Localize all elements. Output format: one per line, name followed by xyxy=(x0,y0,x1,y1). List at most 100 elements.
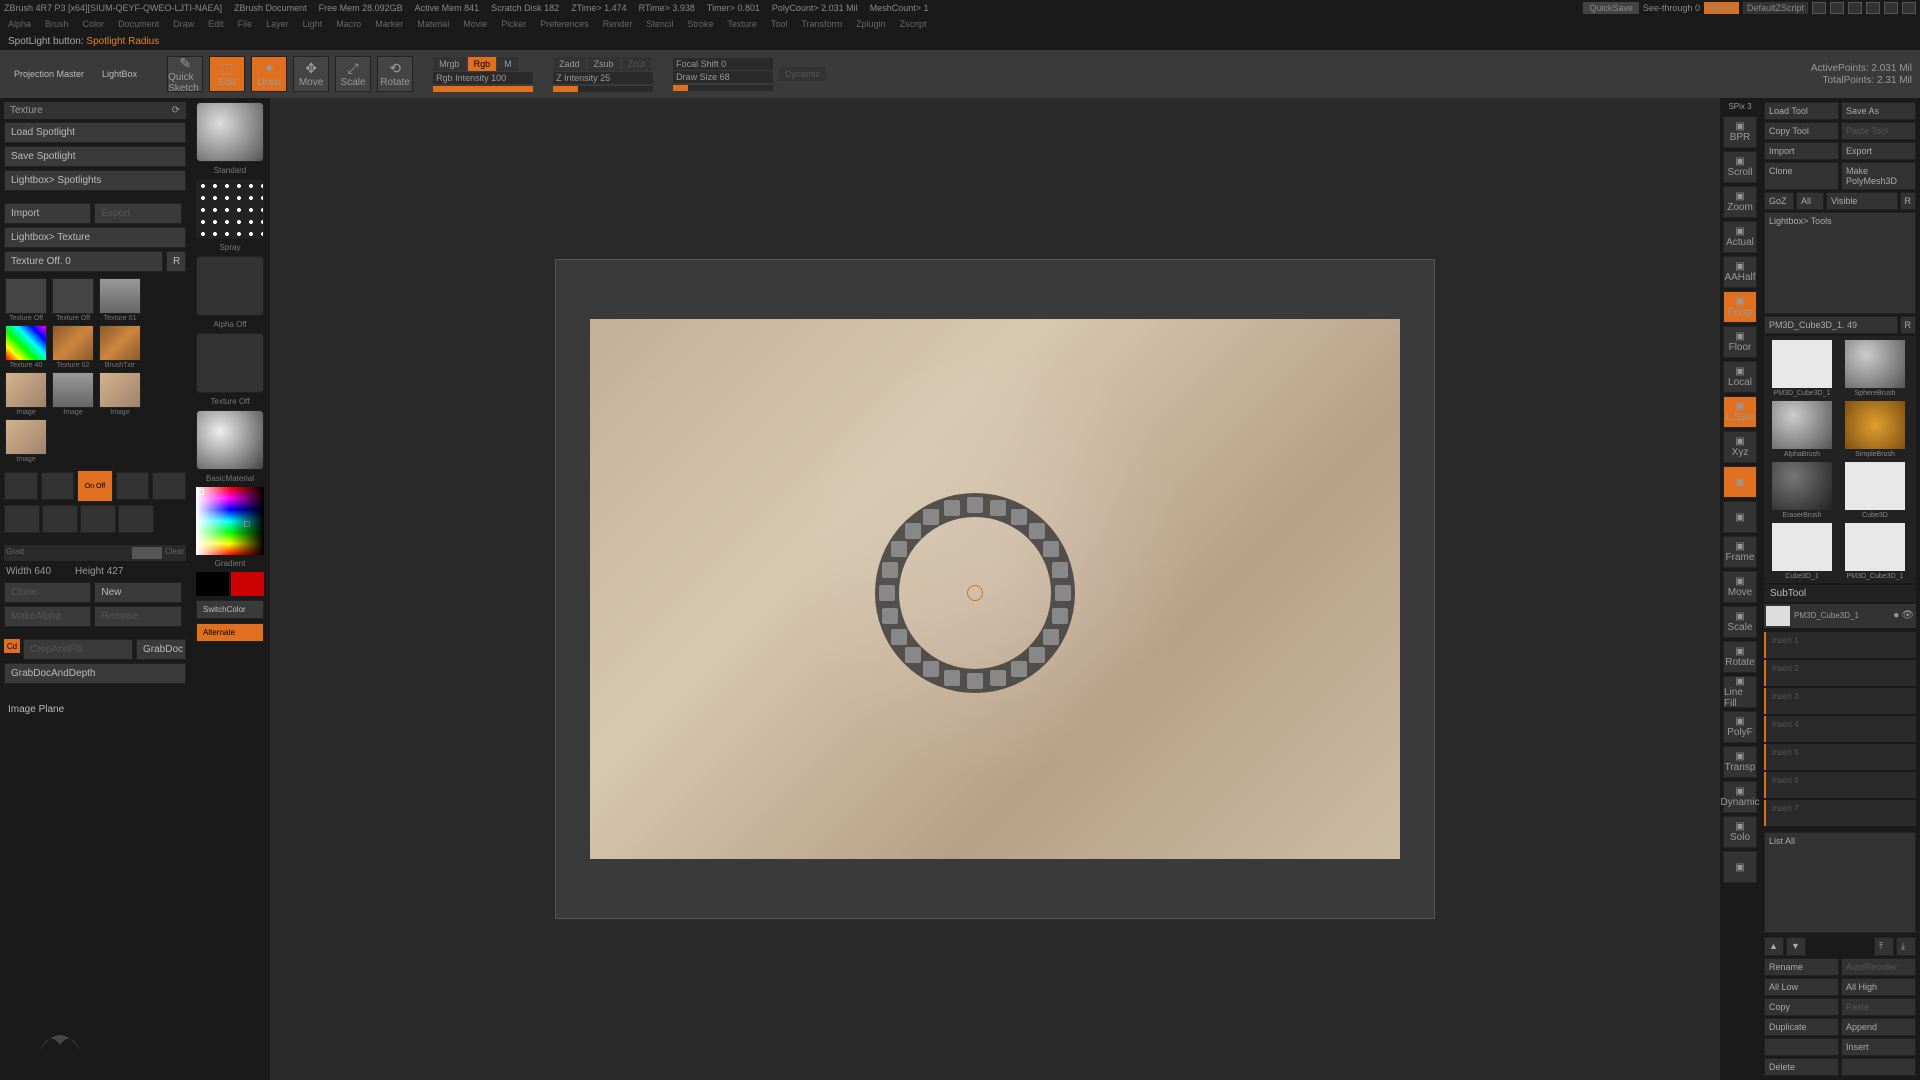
spotlight-tool-2[interactable] xyxy=(1011,509,1027,525)
nav-aahalf[interactable]: ▣AAHalf xyxy=(1723,256,1757,288)
menu-edit[interactable]: Edit xyxy=(208,19,224,29)
menu-texture[interactable]: Texture xyxy=(727,19,757,29)
m-button[interactable]: M xyxy=(498,57,518,71)
menu-picker[interactable]: Picker xyxy=(501,19,526,29)
rgb-intensity-slider[interactable]: Rgb Intensity 100 xyxy=(433,72,533,84)
tool-thumb-2[interactable]: AlphaBrush xyxy=(1767,400,1837,458)
tex-tool-4[interactable] xyxy=(118,505,154,533)
menu-movie[interactable]: Movie xyxy=(463,19,487,29)
cd-badge[interactable]: Cd xyxy=(4,639,20,653)
import-tool-button[interactable]: Import xyxy=(1764,142,1839,160)
clone-button[interactable]: Clone xyxy=(4,582,91,603)
all-high-button[interactable]: All High xyxy=(1841,978,1916,996)
grabdoc-button[interactable]: GrabDoc xyxy=(136,639,186,660)
edit-mode-button[interactable]: ⬚Edit xyxy=(209,56,245,92)
clone-tool-button[interactable]: Clone xyxy=(1764,162,1839,190)
primary-color-swatch[interactable] xyxy=(231,572,264,596)
canvas-area[interactable] xyxy=(270,98,1720,1080)
spotlight-onoff-button[interactable]: On Off xyxy=(77,470,112,502)
rotate-mode-button[interactable]: ⟲Rotate xyxy=(377,56,413,92)
lightbox-tools-button[interactable]: Lightbox> Tools xyxy=(1764,212,1916,314)
menu-macro[interactable]: Macro xyxy=(336,19,361,29)
spotlight-radial-menu[interactable] xyxy=(875,493,1075,693)
draw-mode-button[interactable]: ✦Draw xyxy=(251,56,287,92)
spotlight-tool-18[interactable] xyxy=(879,585,895,601)
spotlight-tool-12[interactable] xyxy=(967,673,983,689)
menu-marker[interactable]: Marker xyxy=(375,19,403,29)
brush-thumbnail[interactable] xyxy=(196,102,264,162)
tex-action-3[interactable] xyxy=(116,472,150,500)
material-thumbnail[interactable] xyxy=(196,410,264,470)
save-spotlight-button[interactable]: Save Spotlight xyxy=(4,146,186,167)
spotlight-tool-9[interactable] xyxy=(1029,647,1045,663)
menu-document[interactable]: Document xyxy=(118,19,159,29)
tex-tool-2[interactable] xyxy=(42,505,78,533)
spotlight-tool-21[interactable] xyxy=(905,523,921,539)
export-tool-button[interactable]: Export xyxy=(1841,142,1916,160)
nav-xyz[interactable]: ▣Xyz xyxy=(1723,431,1757,463)
tool-thumb-4[interactable]: EraserBrush xyxy=(1767,461,1837,519)
spotlight-tool-7[interactable] xyxy=(1052,608,1068,624)
alpha-thumbnail[interactable] xyxy=(196,256,264,316)
texture-off-field[interactable]: Texture Off. 0 xyxy=(4,251,163,272)
tool-thumb-7[interactable]: PM3D_Cube3D_1 xyxy=(1840,522,1910,580)
grabdocdepth-button[interactable]: GrabDocAndDepth xyxy=(4,663,186,684)
texture-thumb-0[interactable]: Texture Off xyxy=(4,278,48,322)
spotlight-tool-20[interactable] xyxy=(891,541,907,557)
lightbox-button[interactable]: LightBox xyxy=(96,67,143,81)
subtool-slot-0[interactable]: Insert 1 xyxy=(1764,632,1916,658)
texture-thumb-5[interactable]: BrushTxtr xyxy=(98,325,142,369)
tex-action-4[interactable] xyxy=(152,472,186,500)
nav-frame[interactable]: ▣Frame xyxy=(1723,536,1757,568)
spotlight-tool-13[interactable] xyxy=(944,670,960,686)
minimize-icon[interactable] xyxy=(1866,2,1880,14)
nav-zoom[interactable]: ▣Zoom xyxy=(1723,186,1757,218)
nav-btn11[interactable]: ▣ xyxy=(1723,501,1757,533)
spotlight-tool-17[interactable] xyxy=(882,608,898,624)
z-intensity-slider[interactable]: Z Intensity 25 xyxy=(553,72,653,84)
goz-button[interactable]: GoZ xyxy=(1764,192,1794,210)
scale-mode-button[interactable]: ⤢Scale xyxy=(335,56,371,92)
subtool-header[interactable]: SubTool xyxy=(1764,585,1916,602)
subtool-slot-4[interactable]: Insert 5 xyxy=(1764,744,1916,770)
spotlight-tool-0[interactable] xyxy=(967,497,983,513)
tex-action-2[interactable] xyxy=(41,472,75,500)
append-button[interactable]: Append xyxy=(1841,1018,1916,1036)
grad-swatch[interactable] xyxy=(132,547,162,559)
seethrough-slider[interactable]: See-through 0 xyxy=(1643,3,1700,13)
subtool-up-icon[interactable]: ▲ xyxy=(1764,937,1784,956)
nav-floor[interactable]: ▣Floor xyxy=(1723,326,1757,358)
subtool-item[interactable]: PM3D_Cube3D_1 ● 👁 xyxy=(1764,604,1916,628)
menu-draw[interactable]: Draw xyxy=(173,19,194,29)
subtool-movedown-icon[interactable]: ⤓ xyxy=(1896,937,1916,956)
r-button[interactable]: R xyxy=(166,251,186,272)
texture-thumb-6[interactable]: Image xyxy=(4,372,48,416)
default-zscript[interactable]: DefaultZScript xyxy=(1743,2,1808,14)
goz-r-button[interactable]: R xyxy=(1900,192,1917,210)
list-all-button[interactable]: List All xyxy=(1764,832,1916,934)
nav-polyf[interactable]: ▣PolyF xyxy=(1723,711,1757,743)
zcut-button[interactable]: Zcut xyxy=(622,57,652,71)
menu-stencil[interactable]: Stencil xyxy=(646,19,673,29)
subtool-slot-2[interactable]: Insert 3 xyxy=(1764,688,1916,714)
texture-slot-thumbnail[interactable] xyxy=(196,333,264,393)
spotlight-tool-11[interactable] xyxy=(990,670,1006,686)
rename-button[interactable]: Rename xyxy=(1764,958,1839,976)
spotlight-texture[interactable] xyxy=(590,319,1400,859)
nav-rotate[interactable]: ▣Rotate xyxy=(1723,641,1757,673)
close-icon[interactable] xyxy=(1902,2,1916,14)
active-tool-name[interactable]: PM3D_Cube3D_1. 49 xyxy=(1764,316,1898,334)
load-tool-button[interactable]: Load Tool xyxy=(1764,102,1839,120)
subtool-down-icon[interactable]: ▼ xyxy=(1786,937,1806,956)
projection-master-button[interactable]: Projection Master xyxy=(8,67,90,81)
subtool-slot-6[interactable]: Insert 7 xyxy=(1764,800,1916,826)
image-plane-header[interactable]: Image Plane xyxy=(4,700,186,719)
export-texture-button[interactable]: Export xyxy=(94,203,181,224)
nav-dynamic[interactable]: ▣Dynamic xyxy=(1723,781,1757,813)
help-icon[interactable] xyxy=(1848,2,1862,14)
menu-zscript[interactable]: Zscript xyxy=(900,19,927,29)
nav-local[interactable]: ▣Local xyxy=(1723,361,1757,393)
spotlight-tool-22[interactable] xyxy=(923,509,939,525)
texture-thumb-3[interactable]: Texture 40 xyxy=(4,325,48,369)
spotlight-tool-4[interactable] xyxy=(1043,541,1059,557)
